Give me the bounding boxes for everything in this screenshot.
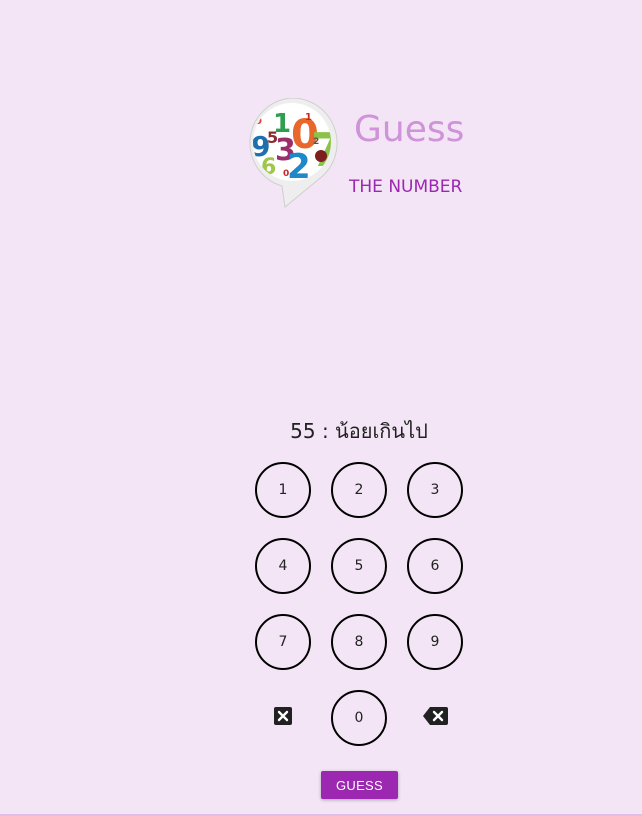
app-title: Guess bbox=[354, 109, 465, 150]
guess-feedback: 55 : น้อยเกินไป bbox=[290, 419, 428, 443]
key-2[interactable]: 2 bbox=[331, 462, 387, 518]
backspace-button[interactable] bbox=[407, 690, 463, 746]
key-9[interactable]: 9 bbox=[407, 614, 463, 670]
guess-button[interactable]: GUESS bbox=[321, 771, 398, 799]
clear-button[interactable] bbox=[255, 690, 311, 746]
app-subtitle: THE NUMBER bbox=[349, 177, 463, 197]
clear-icon bbox=[274, 707, 292, 729]
key-3[interactable]: 3 bbox=[407, 462, 463, 518]
svg-text:1: 1 bbox=[305, 112, 312, 123]
key-7[interactable]: 7 bbox=[255, 614, 311, 670]
key-0[interactable]: 0 bbox=[331, 690, 387, 746]
svg-text:2: 2 bbox=[313, 137, 319, 147]
backspace-icon bbox=[422, 707, 448, 729]
key-5[interactable]: 5 bbox=[331, 538, 387, 594]
key-4[interactable]: 4 bbox=[255, 538, 311, 594]
key-1[interactable]: 1 bbox=[255, 462, 311, 518]
svg-text:0: 0 bbox=[283, 169, 289, 179]
key-8[interactable]: 8 bbox=[331, 614, 387, 670]
number-bubble-logo-icon: 1 0 7 5 9 3 2 6 1 0 2 0 bbox=[247, 97, 339, 210]
key-6[interactable]: 6 bbox=[407, 538, 463, 594]
